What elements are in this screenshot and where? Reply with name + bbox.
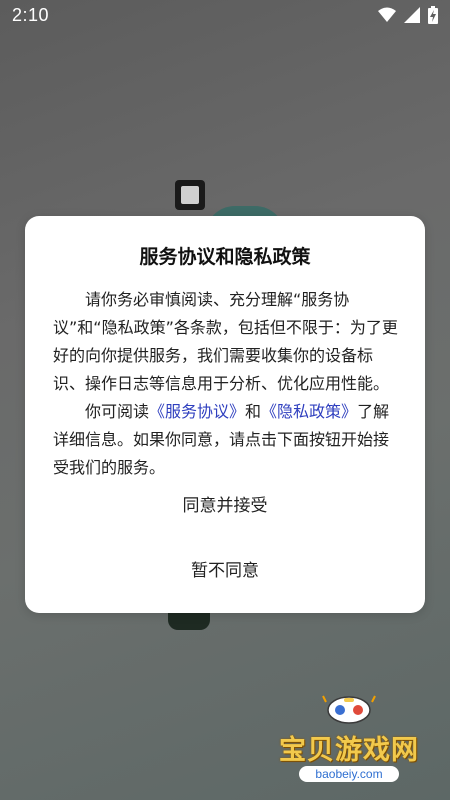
service-agreement-link[interactable]: 《服务协议》: [149, 402, 245, 421]
disagree-button[interactable]: 暂不同意: [25, 551, 425, 591]
links-and-text: 和: [245, 402, 262, 421]
agree-button[interactable]: 同意并接受: [25, 486, 425, 526]
dialog-title: 服务协议和隐私政策: [139, 246, 311, 268]
privacy-dialog: 服务协议和隐私政策 请你务必审慎阅读、充分理解“服务协议”和“隐私政策”各条款，…: [25, 216, 425, 613]
gamepad-mascot-icon: [322, 690, 376, 726]
watermark-title: 宝贝游戏网: [279, 735, 419, 766]
background-app-logo: [175, 180, 205, 210]
signal-icon: [404, 7, 420, 23]
privacy-policy-link[interactable]: 《隐私政策》: [261, 402, 357, 421]
dialog-body: 请你务必审慎阅读、充分理解“服务协议”和“隐私政策”各条款，包括但不限于：为了更…: [53, 286, 399, 482]
background-app-icon: [168, 610, 210, 630]
status-icons: [378, 6, 438, 24]
watermark-url: baobeiy.com: [299, 766, 399, 782]
battery-icon: [428, 6, 438, 24]
status-bar: 2:10: [0, 0, 450, 32]
links-prefix-text: 你可阅读: [85, 402, 150, 421]
wifi-icon: [378, 7, 396, 23]
dialog-paragraph-links: 你可阅读《服务协议》和《隐私政策》了解详细信息。如果你同意，请点击下面按钮开始接…: [53, 398, 399, 482]
dialog-paragraph-intro: 请你务必审慎阅读、充分理解“服务协议”和“隐私政策”各条款，包括但不限于：为了更…: [53, 290, 398, 393]
watermark: 宝贝游戏网 baobeiy.com: [274, 690, 424, 782]
status-time: 2:10: [12, 5, 50, 25]
